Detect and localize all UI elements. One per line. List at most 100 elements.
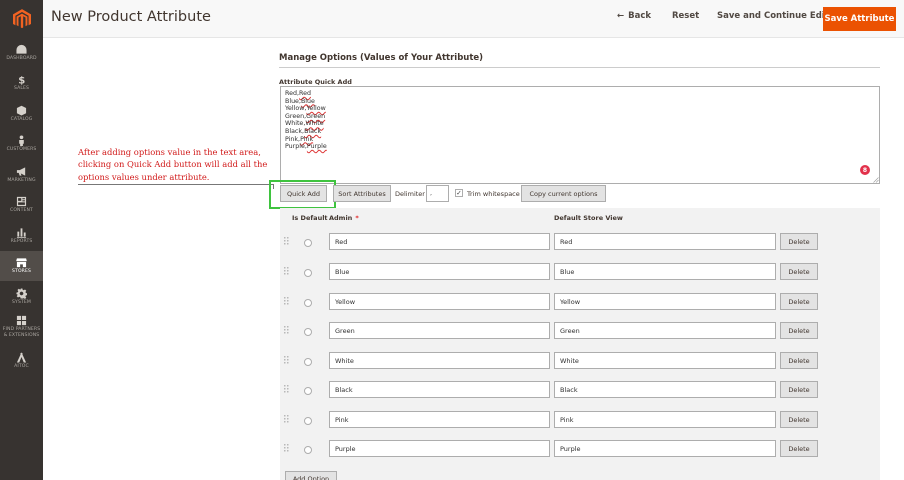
drag-handle-icon[interactable] [284, 356, 289, 366]
drag-handle-icon[interactable] [284, 385, 289, 395]
quick-add-line: Pink,Pink [285, 136, 875, 144]
is-default-radio[interactable] [304, 446, 312, 454]
store-view-value-input[interactable]: White [554, 352, 776, 369]
back-button[interactable]: ← Back [617, 11, 651, 21]
drag-handle-icon[interactable] [284, 444, 289, 454]
delete-option-button[interactable]: Delete [780, 381, 818, 398]
copy-current-options-button[interactable]: Copy current options [521, 185, 606, 202]
store-view-value-input[interactable]: Pink [554, 411, 776, 428]
admin-value-input[interactable]: Yellow [329, 293, 550, 310]
drag-handle-icon[interactable] [284, 297, 289, 307]
store-icon [16, 257, 28, 268]
resize-handle-icon[interactable] [873, 177, 879, 183]
drag-handle-icon[interactable] [284, 267, 289, 277]
table-row: Purple Purple Delete [280, 435, 880, 465]
quick-add-line-admin: Purple [285, 143, 305, 151]
sort-attributes-button[interactable]: Sort Attributes [333, 185, 391, 202]
sidebar-item-customers[interactable]: CUSTOMERS [0, 129, 43, 160]
admin-value-input[interactable]: Blue [329, 263, 550, 280]
table-row: Green Green Delete [280, 317, 880, 347]
quick-add-textarea[interactable]: Red,Red Blue,Blue Yellow,Yellow Green,Green… [280, 86, 880, 184]
admin-value-input[interactable]: White [329, 352, 550, 369]
trim-whitespace-checkbox[interactable]: ✓ [455, 189, 463, 197]
admin-value-input[interactable]: Purple [329, 440, 550, 457]
col-header-default-store-view: Default Store View [554, 214, 623, 222]
quick-add-line: Green,Green [285, 113, 875, 121]
admin-value-input[interactable]: Red [329, 233, 550, 250]
delete-option-button[interactable]: Delete [780, 293, 818, 310]
manage-options-title: Manage Options (Values of Your Attribute… [279, 53, 484, 63]
sidebar-item-catalog[interactable]: CATALOG [0, 98, 43, 129]
admin-value-input[interactable]: Black [329, 381, 550, 398]
drag-handle-icon[interactable] [284, 415, 289, 425]
sidebar-item-find-partners[interactable]: FIND PARTNERS & EXTENSIONS [0, 312, 43, 342]
table-row: Pink Pink Delete [280, 406, 880, 436]
quick-add-lines: Red,Red Blue,Blue Yellow,Yellow Green,Green… [285, 90, 875, 151]
col-header-admin-label: Admin [329, 214, 353, 222]
col-header-admin: Admin * [329, 214, 359, 222]
col-header-is-default: Is Default [292, 214, 328, 222]
store-view-value-input[interactable]: Yellow [554, 293, 776, 310]
sidebar-item-stores[interactable]: STORES [0, 250, 43, 281]
admin-value-input[interactable]: Green [329, 322, 550, 339]
store-view-value-input[interactable]: Green [554, 322, 776, 339]
bar-chart-icon [16, 227, 28, 238]
person-icon [16, 135, 28, 146]
delete-option-button[interactable]: Delete [780, 233, 818, 250]
aitoc-logo-icon [16, 352, 28, 363]
sidebar-item-sales[interactable]: $ SALES [0, 68, 43, 99]
is-default-radio[interactable] [304, 328, 312, 336]
delete-option-button[interactable]: Delete [780, 352, 818, 369]
is-default-radio[interactable] [304, 239, 312, 247]
delete-option-button[interactable]: Delete [780, 440, 818, 457]
store-view-value-input[interactable]: Black [554, 381, 776, 398]
quick-add-line: Red,Red [285, 90, 875, 98]
dollar-icon: $ [16, 74, 28, 85]
is-default-radio[interactable] [304, 387, 312, 395]
save-and-continue-button[interactable]: Save and Continue Edit [717, 11, 829, 21]
page-header: New Product Attribute ← Back Reset Save a… [43, 0, 904, 38]
sidebar-item-content[interactable]: CONTENT [0, 190, 43, 221]
extensions-icon [16, 315, 28, 326]
section-divider [279, 67, 880, 68]
sidebar-item-system[interactable]: SYSTEM [0, 281, 43, 312]
sidebar-item-marketing[interactable]: MARKETING [0, 159, 43, 190]
content-grid-icon [16, 196, 28, 207]
drag-handle-icon[interactable] [284, 326, 289, 336]
store-view-value-input[interactable]: Blue [554, 263, 776, 280]
store-view-value-input[interactable]: Red [554, 233, 776, 250]
delete-option-button[interactable]: Delete [780, 322, 818, 339]
is-default-radio[interactable] [304, 299, 312, 307]
table-row: White White Delete [280, 347, 880, 377]
is-default-radio[interactable] [304, 358, 312, 366]
quick-add-line-admin: Red [285, 90, 297, 97]
reset-button[interactable]: Reset [672, 11, 699, 21]
sidebar-item-aitoc[interactable]: AITOC [0, 346, 43, 377]
quick-add-line: White,White [285, 120, 875, 128]
quick-add-button[interactable]: Quick Add [280, 185, 327, 202]
quick-add-line: Yellow,Yellow [285, 105, 875, 113]
quick-add-label: Attribute Quick Add [279, 78, 352, 86]
sidebar-item-reports[interactable]: REPORTS [0, 220, 43, 251]
quick-add-line-admin: Pink [285, 135, 299, 143]
admin-value-input[interactable]: Pink [329, 411, 550, 428]
magento-logo-icon[interactable] [0, 0, 43, 37]
is-default-radio[interactable] [304, 269, 312, 277]
trim-whitespace-label: Trim whitespace [467, 190, 520, 198]
save-attribute-button[interactable]: Save Attribute [823, 7, 896, 31]
grammarly-badge-icon[interactable]: 8 [860, 165, 870, 175]
admin-sidebar: DASHBOARD $ SALES CATALOG CUSTOMERS MARK… [0, 0, 43, 480]
catalog-box-icon [16, 105, 28, 116]
add-option-button[interactable]: Add Option [285, 471, 337, 480]
table-row: Blue Blue Delete [280, 258, 880, 288]
quick-add-line-store: Yellow [306, 105, 326, 113]
is-default-radio[interactable] [304, 417, 312, 425]
drag-handle-icon[interactable] [284, 237, 289, 247]
delete-option-button[interactable]: Delete [780, 263, 818, 280]
delimiter-input[interactable]: , [426, 185, 449, 202]
megaphone-icon [16, 166, 28, 177]
delete-option-button[interactable]: Delete [780, 411, 818, 428]
store-view-value-input[interactable]: Purple [554, 440, 776, 457]
gear-icon [16, 287, 28, 299]
sidebar-item-dashboard[interactable]: DASHBOARD [0, 37, 43, 68]
